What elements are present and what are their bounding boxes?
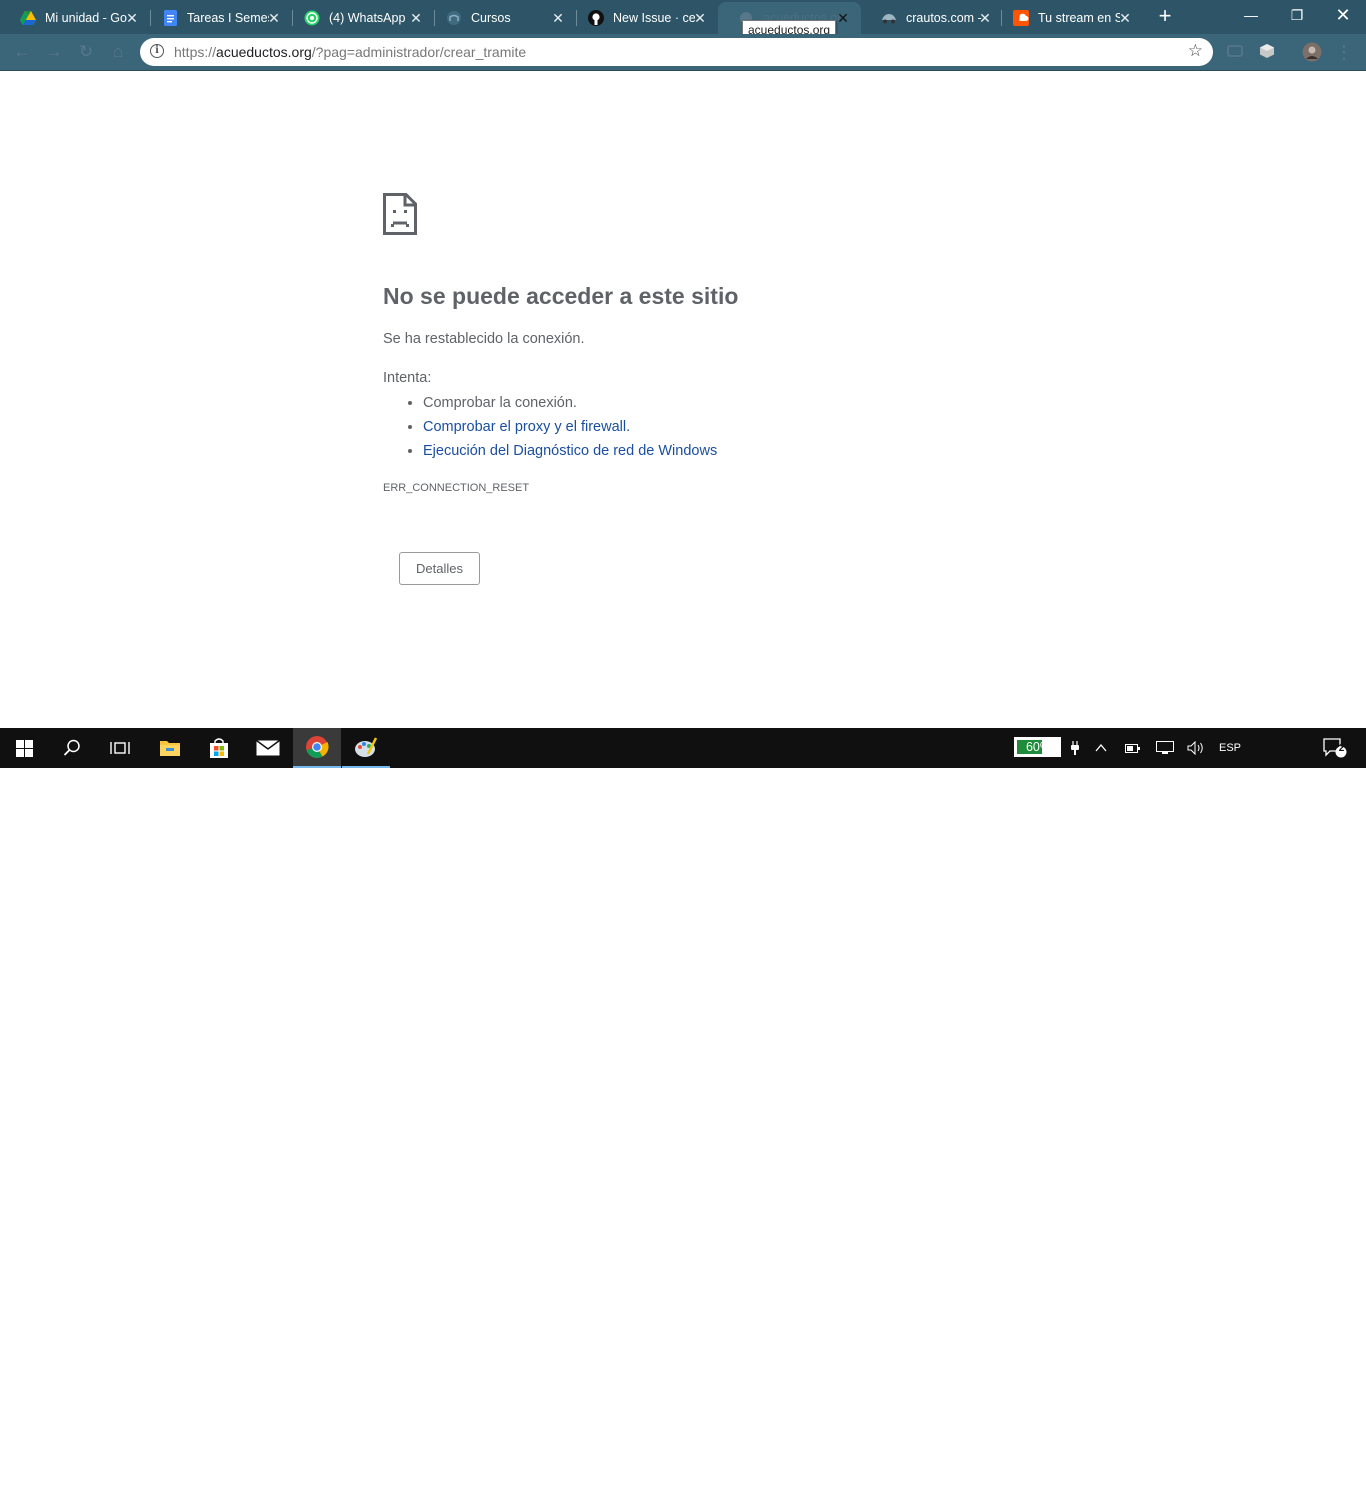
search-icon[interactable] xyxy=(48,728,96,768)
site-info-icon[interactable]: i xyxy=(150,44,164,58)
tab-tareas[interactable]: Tareas I Semes ✕ xyxy=(142,2,292,34)
page-content: No se puede acceder a este sitio Se ha r… xyxy=(0,71,1366,728)
chrome-taskbar-icon[interactable] xyxy=(293,728,341,768)
action-center-icon[interactable]: 2 xyxy=(1318,728,1352,768)
address-bar[interactable]: i https://acueductos.org/?pag=administra… xyxy=(140,38,1213,66)
reload-icon[interactable]: ↻ xyxy=(76,42,96,62)
network-icon[interactable] xyxy=(1154,728,1176,768)
github-icon xyxy=(588,10,604,26)
close-tab-icon[interactable]: ✕ xyxy=(124,10,140,26)
close-tab-icon[interactable]: ✕ xyxy=(977,10,993,26)
paint-app-icon[interactable] xyxy=(342,728,390,768)
forward-icon[interactable]: → xyxy=(44,42,64,62)
url-text[interactable]: https://acueductos.org/?pag=administrado… xyxy=(174,44,526,60)
battery-tray-icon[interactable] xyxy=(1122,728,1144,768)
soundcloud-icon xyxy=(1013,10,1029,26)
check-proxy-link[interactable]: Comprobar el proxy y el firewall. xyxy=(423,419,630,435)
sad-page-icon xyxy=(383,193,417,240)
url-scheme: https:// xyxy=(174,44,217,60)
battery-indicator[interactable]: 60% xyxy=(1014,737,1061,757)
google-docs-icon xyxy=(162,10,178,26)
url-host: acueductos.org xyxy=(216,44,312,60)
language-indicator[interactable]: ESP xyxy=(1214,728,1246,768)
tab-whatsapp[interactable]: (4) WhatsApp ✕ xyxy=(284,2,434,34)
tab-mi-unidad[interactable]: Mi unidad - Go ✕ xyxy=(0,2,150,34)
crautos-icon xyxy=(881,10,897,26)
task-view-icon[interactable] xyxy=(96,728,144,768)
tab-title: Mi unidad - Go xyxy=(45,11,127,25)
close-tab-icon[interactable]: ✕ xyxy=(266,10,282,26)
chevron-up-icon[interactable] xyxy=(1090,728,1112,768)
tab-title: Cursos xyxy=(471,11,511,25)
browser-toolbar: ← → ↻ ⌂ i https://acueductos.org/?pag=ad… xyxy=(0,34,1366,71)
close-tab-icon[interactable]: ✕ xyxy=(408,10,424,26)
google-drive-icon xyxy=(20,10,36,26)
error-message: Se ha restablecido la conexión. xyxy=(383,331,585,347)
windows-start-icon[interactable] xyxy=(0,728,48,768)
microsoft-store-icon[interactable] xyxy=(195,728,243,768)
tab-github-new-issue[interactable]: New Issue · ced ✕ xyxy=(568,2,718,34)
taskbar: ESP 9:03 PM 5/8/2019 2 xyxy=(0,728,1366,1490)
suggestion-text: Comprobar la conexión. xyxy=(423,395,577,411)
tab-title: New Issue · ced xyxy=(613,11,695,25)
volume-icon[interactable] xyxy=(1185,728,1207,768)
suggestion-item: Comprobar el proxy y el firewall. xyxy=(423,415,717,439)
close-tab-icon[interactable]: ✕ xyxy=(550,10,566,26)
profile-avatar[interactable] xyxy=(1302,42,1322,62)
tab-title: Tu stream en S xyxy=(1038,11,1120,25)
whatsapp-icon xyxy=(304,10,320,26)
bookmark-star-icon[interactable]: ☆ xyxy=(1188,41,1203,61)
notification-count: 2 xyxy=(1338,743,1345,754)
details-button[interactable]: Detalles xyxy=(399,552,480,585)
menu-kebab-icon[interactable]: ⋮ xyxy=(1334,42,1354,62)
clock-date: 5/8/2019 xyxy=(1258,1478,1304,1490)
moodle-icon xyxy=(446,10,462,26)
close-tab-icon[interactable]: ✕ xyxy=(835,10,851,26)
extension-cast-icon[interactable] xyxy=(1226,42,1246,62)
error-title: No se puede acceder a este sitio xyxy=(383,283,739,309)
close-tab-icon[interactable]: ✕ xyxy=(1117,10,1133,26)
new-tab-button[interactable]: + xyxy=(1154,5,1176,28)
power-plug-icon[interactable] xyxy=(1068,728,1082,768)
battery-percent: 60% xyxy=(1025,740,1052,754)
back-icon[interactable]: ← xyxy=(12,42,32,62)
tab-cursos[interactable]: Cursos ✕ xyxy=(426,2,576,34)
close-window-button[interactable]: ✕ xyxy=(1320,0,1366,30)
clock[interactable]: 9:03 PM 5/8/2019 xyxy=(1252,1459,1310,1493)
suggestion-item: Comprobar la conexión. xyxy=(423,391,717,415)
tab-title: crautos.com - xyxy=(906,11,982,25)
url-path: /?pag=administrador/crear_tramite xyxy=(311,44,527,60)
error-code: ERR_CONNECTION_RESET xyxy=(383,482,530,494)
tab-title: (4) WhatsApp xyxy=(329,11,406,25)
tab-soundcloud[interactable]: Tu stream en S ✕ xyxy=(993,2,1143,34)
close-tab-icon[interactable]: ✕ xyxy=(692,10,708,26)
mail-icon[interactable] xyxy=(244,728,292,768)
network-diagnostics-link[interactable]: Ejecución del Diagnóstico de red de Wind… xyxy=(423,443,717,459)
suggestion-list: Comprobar la conexión. Comprobar el prox… xyxy=(383,391,717,463)
clock-time: 9:03 PM xyxy=(1259,1461,1303,1473)
extension-cube-icon[interactable] xyxy=(1258,42,1278,62)
home-icon[interactable]: ⌂ xyxy=(108,42,128,62)
tab-title: Tareas I Semes xyxy=(187,11,269,25)
try-label: Intenta: xyxy=(383,370,432,386)
tab-crautos[interactable]: crautos.com - ✕ xyxy=(861,2,1003,34)
restore-button[interactable]: ❐ xyxy=(1274,0,1320,30)
tab-strip: Mi unidad - Go ✕ Tareas I Semes ✕ (4) Wh… xyxy=(0,0,1366,34)
minimize-button[interactable]: — xyxy=(1228,0,1274,30)
suggestion-item: Ejecución del Diagnóstico de red de Wind… xyxy=(423,439,717,463)
file-explorer-icon[interactable] xyxy=(146,728,194,768)
